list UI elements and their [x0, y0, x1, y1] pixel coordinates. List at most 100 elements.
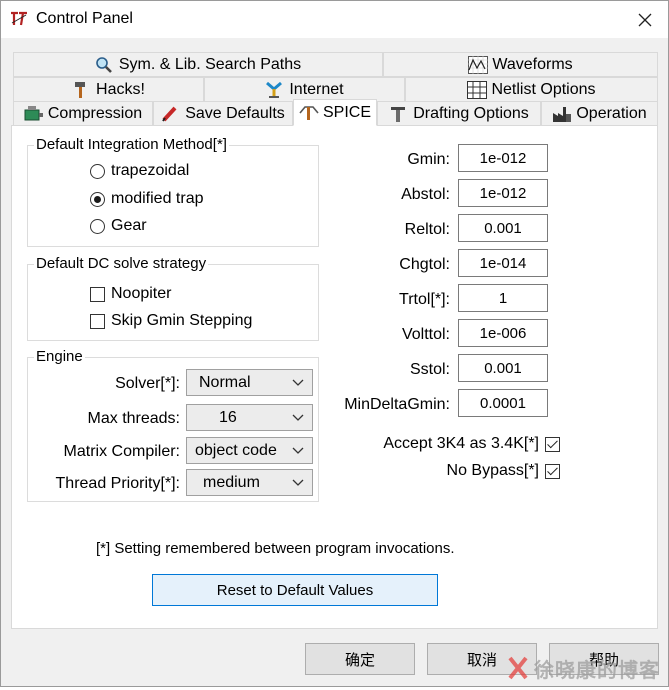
checkbox-skip-gmin-stepping[interactable]: Skip Gmin Stepping [90, 312, 252, 330]
mindeltagmin-field[interactable]: 0.0001 [458, 389, 548, 417]
ok-button[interactable]: 确定 [305, 643, 415, 675]
title-bar[interactable]: Control Panel [1, 1, 668, 38]
radio-label: Gear [111, 217, 147, 234]
group-title: Default Integration Method[*] [34, 136, 229, 153]
radio-modified-trap[interactable]: modified trap [90, 190, 204, 208]
tab-label: Save Defaults [185, 104, 285, 122]
tab-drafting-options[interactable]: Drafting Options [377, 101, 541, 126]
dc-solve-strategy-group: Default DC solve strategy Noopiter Skip … [27, 255, 319, 341]
gmin-label: Gmin: [407, 151, 450, 168]
mindeltagmin-label: MinDeltaGmin: [344, 396, 450, 413]
trtol-label: Trtol[*]: [399, 291, 450, 308]
pencil-icon [161, 105, 179, 123]
select-value: 16 [219, 408, 237, 426]
abstol-label: Abstol: [401, 186, 450, 203]
netlist-icon [467, 80, 488, 99]
reltol-label: Reltol: [404, 221, 450, 238]
window-title: Control Panel [36, 10, 133, 27]
trtol-field[interactable]: 1 [458, 284, 548, 312]
remembered-settings-note: [*] Setting remembered between program i… [96, 540, 455, 557]
select-value: Normal [199, 373, 251, 391]
max-threads-select[interactable]: 16 [186, 404, 313, 431]
tab-label: Drafting Options [413, 104, 529, 122]
chgtol-field[interactable]: 1e-014 [458, 249, 548, 277]
tab-hacks[interactable]: Hacks! [13, 77, 204, 102]
blog-watermark: 徐晓康的博客 [506, 650, 666, 686]
thread-priority-label: Thread Priority[*]: [55, 475, 180, 492]
abstol-field[interactable]: 1e-012 [458, 179, 548, 207]
checkbox[interactable] [90, 286, 105, 302]
tab-label: Operation [576, 104, 647, 122]
checkbox-noopiter[interactable]: Noopiter [90, 285, 171, 303]
checkbox[interactable] [545, 463, 560, 479]
checkbox-label: No Bypass[*] [446, 462, 539, 479]
group-title: Default DC solve strategy [34, 255, 209, 272]
tab-waveforms[interactable]: Waveforms [383, 52, 658, 77]
checkbox-label: Accept 3K4 as 3.4K[*] [383, 435, 539, 452]
chevron-down-icon [292, 414, 304, 421]
tab-label: Sym. & Lib. Search Paths [118, 55, 302, 73]
checkbox-label: Noopiter [111, 285, 172, 302]
sstol-label: Sstol: [409, 361, 450, 378]
close-icon [638, 13, 652, 26]
tab-label: Compression [47, 104, 143, 122]
gmin-field[interactable]: 1e-012 [458, 144, 548, 172]
waveform-icon [468, 55, 489, 74]
compression-icon [24, 105, 43, 123]
thread-priority-select[interactable]: medium [186, 469, 313, 496]
tab-operation[interactable]: Operation [541, 101, 658, 126]
checkbox[interactable] [545, 436, 560, 452]
volttol-label: Volttol: [401, 326, 450, 343]
chevron-down-icon [292, 447, 304, 454]
checkbox-accept-3k4[interactable]: Accept 3K4 as 3.4K[*] [383, 435, 560, 453]
tab-label: SPICE [322, 103, 371, 121]
matrix-compiler-label: Matrix Compiler: [63, 443, 180, 460]
tab-netlist-options[interactable]: Netlist Options [405, 77, 658, 102]
watermark-text: 徐晓康的博客 [534, 660, 660, 682]
engine-group: Engine Solver[*]: Normal Max threads: 16… [27, 348, 319, 502]
radio-button[interactable] [90, 191, 105, 207]
select-value: object code [195, 441, 277, 459]
control-panel-window: Control Panel Sym. & Lib. Search Paths W… [0, 0, 669, 687]
tab-search-paths[interactable]: Sym. & Lib. Search Paths [13, 52, 383, 77]
checkbox[interactable] [90, 313, 105, 329]
radio-label: trapezoidal [111, 162, 190, 179]
reltol-field[interactable]: 0.001 [458, 214, 548, 242]
group-title: Engine [34, 348, 85, 365]
tab-compression[interactable]: Compression [13, 101, 153, 126]
checkbox-no-bypass[interactable]: No Bypass[*] [447, 462, 560, 480]
max-threads-label: Max threads: [87, 410, 180, 427]
app-icon [10, 10, 28, 28]
chevron-down-icon [292, 479, 304, 486]
factory-icon [552, 105, 572, 123]
solver-select[interactable]: Normal [186, 369, 313, 396]
tab-spice[interactable]: SPICE [293, 99, 377, 126]
tab-save-defaults[interactable]: Save Defaults [153, 101, 293, 126]
magnifier-icon [95, 56, 113, 74]
tab-label: Hacks! [96, 80, 145, 98]
reset-defaults-button[interactable]: Reset to Default Values [152, 574, 438, 606]
chgtol-label: Chgtol: [399, 256, 450, 273]
tab-label: Netlist Options [491, 80, 596, 98]
radio-trapezoidal[interactable]: trapezoidal [90, 162, 189, 180]
tab-label: Waveforms [492, 55, 573, 73]
spice-icon [299, 104, 319, 122]
radio-label: modified trap [111, 190, 204, 207]
checkbox-label: Skip Gmin Stepping [111, 312, 253, 329]
solver-label: Solver[*]: [115, 375, 180, 392]
internet-icon [265, 81, 283, 99]
integration-method-group: Default Integration Method[*] trapezoida… [27, 136, 319, 247]
close-button[interactable] [622, 1, 668, 38]
matrix-compiler-select[interactable]: object code [186, 437, 313, 464]
select-value: medium [203, 473, 260, 491]
radio-button[interactable] [90, 163, 105, 179]
hammer-icon [72, 81, 90, 99]
sstol-field[interactable]: 0.001 [458, 354, 548, 382]
tab-label: Internet [289, 80, 344, 98]
spice-settings-panel: Default Integration Method[*] trapezoida… [11, 125, 658, 629]
radio-gear[interactable]: Gear [90, 217, 147, 235]
chevron-down-icon [292, 379, 304, 386]
radio-button[interactable] [90, 218, 105, 234]
volttol-field[interactable]: 1e-006 [458, 319, 548, 347]
drafting-icon [389, 105, 407, 123]
